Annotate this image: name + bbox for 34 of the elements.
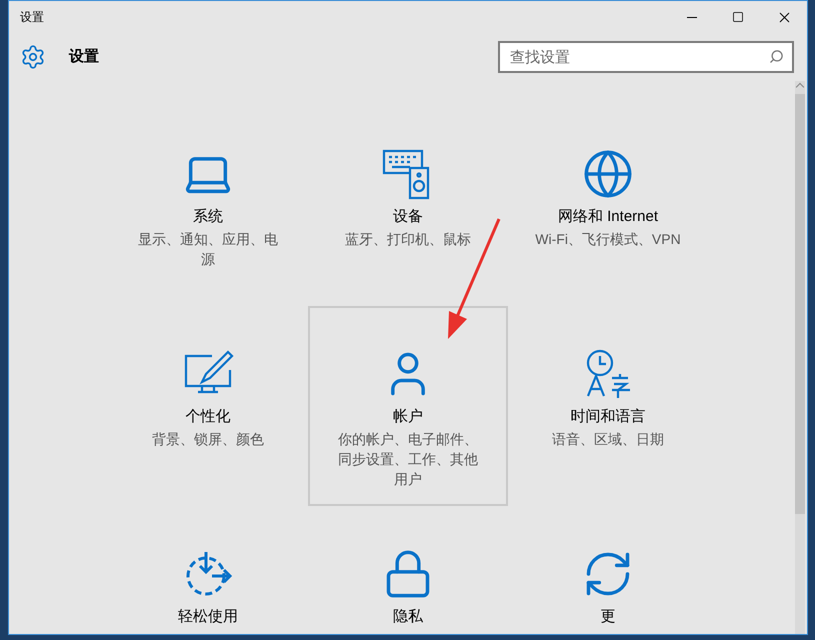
search-field[interactable]: 查找设置 (498, 41, 794, 73)
tile-title: 轻松使用 (178, 607, 238, 627)
tile-description: 蓝牙、打印机、鼠标 (344, 230, 472, 248)
settings-icon (20, 44, 46, 70)
settings-tile[interactable]: 设备 蓝牙、打印机、鼠标 (308, 106, 508, 306)
page-title: 设置 (69, 46, 99, 67)
search-icon (769, 49, 784, 64)
settings-tile[interactable]: 个性化 背景、锁屏、颜色 (108, 306, 308, 506)
tile-title: 个性化 (186, 407, 230, 427)
globe-icon (582, 148, 634, 200)
settings-tile[interactable]: 帐户 你的帐户、电子邮件、同步设置、工作、其他用户 (308, 306, 508, 506)
tile-description: 背景、锁屏、颜色 (151, 430, 265, 448)
tile-description: 显示、通知、应用、电源 (137, 230, 279, 268)
scroll-thumb[interactable] (795, 94, 805, 514)
tile-description: Wi-Fi、飞行模式、VPN (534, 230, 682, 248)
tile-title: 时间和语言 (570, 407, 646, 427)
maximize-icon (732, 11, 744, 23)
settings-tile[interactable]: 轻松使用 (108, 506, 308, 634)
tile-title: 帐户 (393, 407, 423, 427)
tile-description: 你的帐户、电子邮件、同步设置、工作、其他用户 (337, 430, 479, 488)
tile-title: 系统 (193, 207, 223, 227)
settings-tile[interactable]: 更 (508, 506, 708, 634)
minimize-icon (687, 16, 697, 18)
window-title: 设置 (20, 9, 44, 26)
tile-description: 语音、区域、日期 (551, 430, 665, 448)
tile-title: 网络和 Internet (558, 207, 658, 227)
settings-tile[interactable]: 网络和 Internet Wi-Fi、飞行模式、VPN (508, 106, 708, 306)
settings-tile[interactable]: 系统 显示、通知、应用、电源 (108, 106, 308, 306)
tile-title: 更 (600, 607, 616, 627)
tile-title: 设备 (393, 207, 423, 227)
tile-title: 隐私 (393, 607, 423, 627)
settings-tile[interactable]: 时间和语言 语音、区域、日期 (508, 306, 708, 506)
scrollbar[interactable] (795, 81, 805, 634)
settings-tile[interactable]: 隐私 (308, 506, 508, 634)
